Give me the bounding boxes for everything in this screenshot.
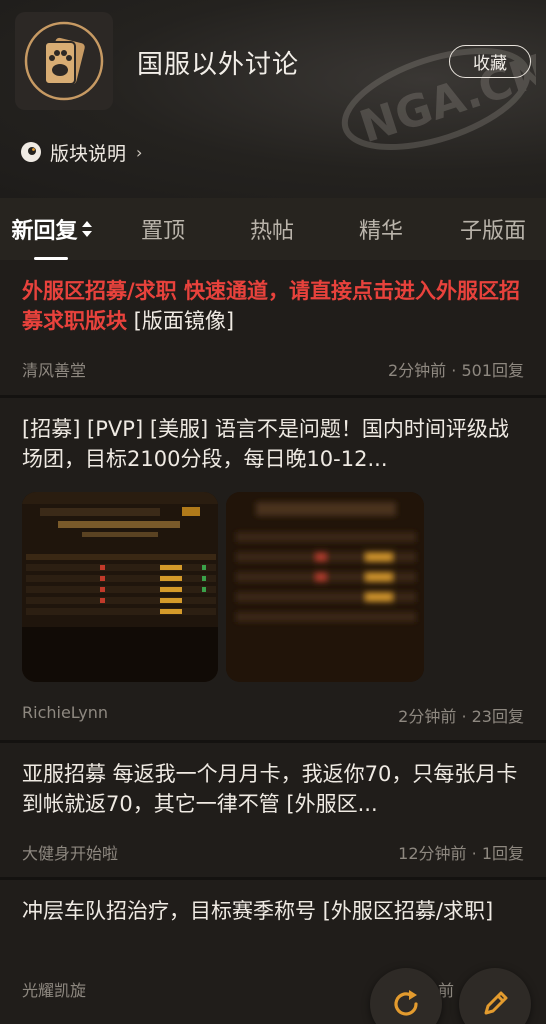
post-meta: 清风善堂 2分钟前 · 501回复 <box>22 357 524 381</box>
pencil-icon <box>484 991 508 1015</box>
post-author: RichieLynn <box>22 703 108 722</box>
tab-new-replies[interactable]: 新回复 <box>0 198 104 260</box>
refresh-icon <box>394 990 418 1016</box>
post-image-leaderboard[interactable] <box>22 492 218 682</box>
post-title: 冲层车队招治疗，目标赛季称号 [外服区招募/求职] <box>22 899 494 923</box>
post-reply-count: 501回复 <box>461 361 524 380</box>
post-author: 光耀凯旋 <box>22 981 87 1000</box>
post-reply-count: 23回复 <box>471 707 524 726</box>
post-stats: 12分钟前 · 1回复 <box>398 840 524 864</box>
post-item[interactable]: 亚服招募 每返我一个月月卡，我返你70，只每张月卡到帐就返70，其它一律不管 [… <box>0 743 546 877</box>
post-title-highlight: 外服区招募/求职 快速通道，请直接点击进入外服区招募求职版块 <box>22 279 520 333</box>
post-title: 亚服招募 每返我一个月月卡，我返你70，只每张月卡到帐就返70，其它一律不管 [… <box>22 762 518 816</box>
post-meta: RichieLynn 2分钟前 · 23回复 <box>22 703 524 727</box>
tab-featured[interactable]: 精华 <box>322 198 440 260</box>
post-title: [招募] [PVP] [美服] 语言不是问题！国内时间评级战场团，目标2100分… <box>22 417 509 471</box>
post-reply-count: 1回复 <box>481 844 524 863</box>
board-description-link[interactable]: 版块说明 › <box>20 137 142 167</box>
post-meta: 大健身开始啦 12分钟前 · 1回复 <box>22 840 524 864</box>
blurred-screenshot-image <box>226 492 424 682</box>
post-author: 大健身开始啦 <box>22 844 119 863</box>
post-meta: 光耀凯旋 前 <box>22 977 524 1001</box>
forum-title: 国服以外讨论 <box>137 50 300 80</box>
post-author: 清风善堂 <box>22 361 87 380</box>
post-item[interactable]: 外服区招募/求职 快速通道，请直接点击进入外服区招募求职版块 [版面镜像] 清风… <box>0 260 546 395</box>
post-time: 2分钟前 <box>387 361 447 380</box>
post-time: 12分钟前 <box>398 844 467 863</box>
post-item[interactable]: [招募] [PVP] [美服] 语言不是问题！国内时间评级战场团，目标2100分… <box>0 398 546 740</box>
post-title-tag: [版面镜像] <box>127 309 235 333</box>
meta-dot: · <box>471 844 477 863</box>
tab-subforums[interactable]: 子版面 <box>440 198 546 260</box>
paw-card-icon <box>24 21 104 101</box>
tab-hot[interactable]: 热帖 <box>222 198 322 260</box>
board-info-icon <box>21 142 41 162</box>
meta-dot: · <box>461 707 467 726</box>
leaderboard-screenshot-image <box>22 492 218 682</box>
board-description-label: 版块说明 <box>50 142 127 165</box>
tab-label: 新回复 <box>11 219 78 244</box>
forum-header: NGA.CN 国服以外讨论 收藏 版块说明 › <box>0 0 546 198</box>
post-title: 外服区招募/求职 快速通道，请直接点击进入外服区招募求职版块 [版面镜像] <box>22 276 524 336</box>
forum-logo <box>15 12 113 110</box>
tab-sticky[interactable]: 置顶 <box>104 198 222 260</box>
favorite-button[interactable]: 收藏 <box>449 45 531 78</box>
post-stats: 2分钟前 · 501回复 <box>388 357 524 381</box>
sort-toggle-icon <box>81 221 92 237</box>
meta-dot: · <box>451 361 457 380</box>
chevron-right-icon: › <box>136 142 143 162</box>
post-image-leaderboard-blurred[interactable] <box>226 492 424 682</box>
sort-tabs: 新回复 置顶 热帖 精华 子版面 <box>0 198 546 260</box>
post-stats: 2分钟前 · 23回复 <box>398 703 524 727</box>
post-time: 2分钟前 <box>398 707 457 726</box>
